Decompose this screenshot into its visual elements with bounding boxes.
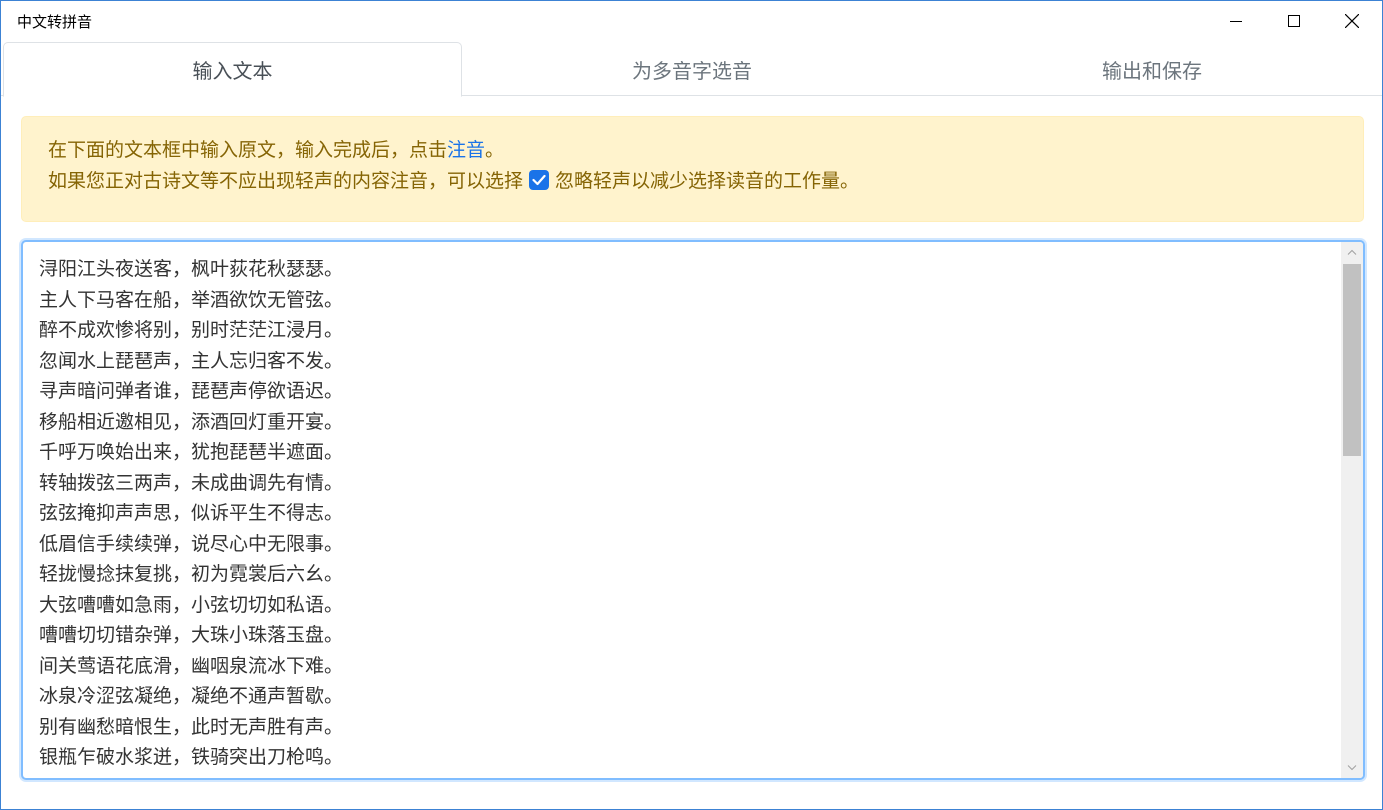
maximize-button[interactable]	[1265, 1, 1323, 41]
alert-line1-suffix: 。	[485, 139, 505, 161]
window-title: 中文转拼音	[17, 13, 93, 31]
minimize-button[interactable]	[1207, 1, 1265, 41]
alert-line2-suffix: 忽略轻声以减少选择读音的工作量。	[555, 170, 860, 192]
source-text-content[interactable]: 浔阳江头夜送客，枫叶荻花秋瑟瑟。 主人下马客在船，举酒欲饮无管弦。 醉不成欢惨将…	[39, 254, 343, 773]
tab-bar: 输入文本 为多音字选音 输出和保存	[1, 42, 1382, 97]
close-button[interactable]	[1323, 1, 1381, 41]
annotate-link[interactable]: 注音	[447, 139, 485, 161]
ignore-neutral-tone-checkbox[interactable]	[529, 170, 550, 190]
chevron-up-icon	[1347, 249, 1357, 255]
scroll-thumb[interactable]	[1343, 264, 1361, 456]
vertical-scrollbar[interactable]	[1341, 242, 1363, 778]
alert-line2-prefix: 如果您正对古诗文等不应出现轻声的内容注音，可以选择	[48, 170, 524, 192]
tab-input-text[interactable]: 输入文本	[3, 42, 462, 97]
maximize-icon	[1288, 15, 1300, 27]
chevron-down-icon	[1347, 765, 1357, 771]
source-text-area[interactable]: 浔阳江头夜送客，枫叶荻花秋瑟瑟。 主人下马客在船，举酒欲饮无管弦。 醉不成欢惨将…	[21, 240, 1365, 780]
tab-polyphone-select[interactable]: 为多音字选音	[462, 42, 922, 96]
tab-output-save[interactable]: 输出和保存	[922, 42, 1382, 96]
app-window: 中文转拼音 输入文本 为多音字选音 输出和保存 在下面的文本框中输入原文，输入完…	[0, 0, 1383, 810]
title-bar[interactable]: 中文转拼音	[1, 1, 1382, 41]
instruction-alert: 在下面的文本框中输入原文，输入完成后，点击注音。 如果您正对古诗文等不应出现轻声…	[21, 116, 1364, 222]
alert-line-2: 如果您正对古诗文等不应出现轻声的内容注音，可以选择 忽略轻声以减少选择读音的工作量…	[48, 166, 1337, 197]
alert-line1-prefix: 在下面的文本框中输入原文，输入完成后，点击	[48, 139, 448, 161]
checkmark-icon	[532, 174, 546, 186]
close-icon	[1345, 14, 1359, 28]
minimize-icon	[1230, 21, 1242, 22]
alert-line-1: 在下面的文本框中输入原文，输入完成后，点击注音。	[48, 135, 1337, 166]
scroll-up-button[interactable]	[1341, 242, 1363, 262]
scroll-down-button[interactable]	[1341, 758, 1363, 778]
